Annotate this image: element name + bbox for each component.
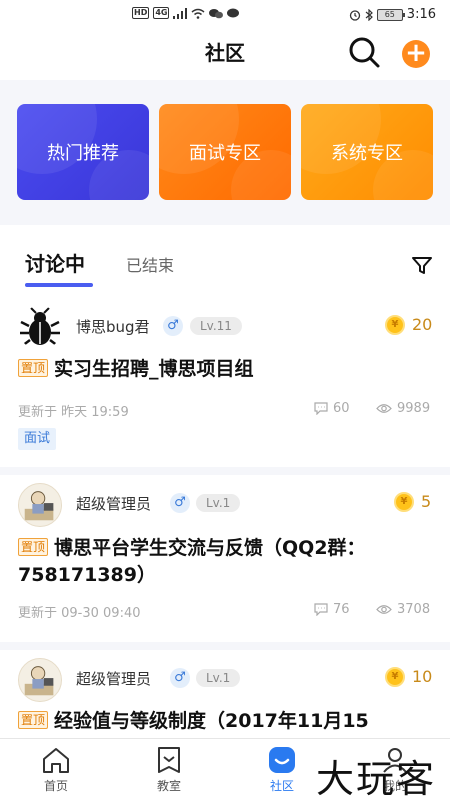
coin-count: 5: [421, 492, 432, 511]
gender-male-icon: ♂: [163, 316, 183, 336]
post-item[interactable]: 博思bug君 ♂ Lv.11 ¥ 20 置顶 实习生招聘_博思项目组 更新于 昨天…: [0, 298, 450, 461]
status-right: 65 3:16: [349, 7, 436, 22]
filter-button[interactable]: [411, 254, 433, 276]
post-title: 实习生招聘_博思项目组: [54, 358, 254, 380]
level-badge: Lv.1: [196, 669, 241, 687]
banner-label: 热门推荐: [47, 143, 119, 164]
comment-count: 60: [314, 401, 350, 416]
view-count-value: 9989: [397, 401, 431, 416]
level-badge: Lv.11: [190, 317, 242, 335]
post-title-row[interactable]: 置顶 经验值与等级制度（2017年11月15: [18, 708, 438, 735]
banner-system-zone[interactable]: 系统专区: [301, 104, 433, 200]
view-count: 9989: [376, 401, 430, 416]
search-button[interactable]: [347, 35, 381, 69]
nav-label: 首页: [43, 779, 68, 793]
divider: [0, 467, 450, 475]
bluetooth-icon: [365, 8, 373, 21]
nav-label: 社区: [269, 779, 294, 793]
banner-label: 面试专区: [189, 143, 261, 164]
coin-count: 10: [412, 667, 433, 686]
view-count: 3708: [376, 602, 430, 617]
coin-count: 20: [412, 315, 433, 334]
hd-badge: HD: [132, 7, 150, 19]
alarm-icon: [349, 9, 360, 21]
tab-active-indicator: [25, 283, 93, 287]
author-name[interactable]: 超级管理员: [76, 493, 151, 514]
bug-icon: [20, 307, 60, 347]
eye-icon: [376, 605, 392, 614]
admin-avatar-icon: [24, 491, 54, 521]
admin-avatar-icon: [24, 666, 54, 696]
post-item[interactable]: 超级管理员 ♂ Lv.1 ¥ 10 置顶 经验值与等级制度（2017年11月15: [0, 650, 450, 740]
author-name[interactable]: 超级管理员: [76, 668, 151, 689]
author-name[interactable]: 博思bug君: [76, 316, 150, 337]
comment-icon: [314, 603, 328, 616]
post-title: 经验值与等级制度（2017年11月15: [54, 710, 369, 732]
post-meta: 更新于 09-30 09:40 76 3708: [18, 602, 432, 622]
banner-hot-recommend[interactable]: 热门推荐: [17, 104, 149, 200]
classroom-icon: [158, 747, 180, 773]
pinned-badge: 置顶: [18, 711, 49, 729]
category-banners: 热门推荐 面试专区 系统专区: [0, 80, 450, 225]
avatar[interactable]: [18, 306, 62, 350]
post-title: 博思平台学生交流与反馈（QQ2群：758171389）: [18, 537, 366, 586]
message-icon: [227, 8, 240, 17]
comment-count: 76: [314, 602, 350, 617]
nav-community[interactable]: 社区: [252, 745, 312, 794]
discussion-tabs: 讨论中 已结束: [0, 240, 450, 290]
updated-time: 更新于 09-30 09:40: [18, 606, 141, 621]
wifi-icon: [192, 8, 205, 19]
comment-count-value: 60: [333, 401, 350, 416]
nav-classroom[interactable]: 教室: [139, 745, 199, 794]
updated-time: 更新于 昨天 19:59: [18, 405, 129, 420]
avatar[interactable]: [18, 658, 62, 702]
pinned-badge: 置顶: [18, 538, 49, 556]
nav-home[interactable]: 首页: [26, 745, 86, 794]
tab-ended[interactable]: 已结束: [126, 252, 174, 276]
battery-indicator: 65: [376, 8, 405, 21]
comment-icon: [314, 402, 328, 415]
post-tag[interactable]: 面试: [18, 428, 57, 450]
wechat-icon: [209, 8, 224, 18]
app-header: 社区 +: [0, 30, 450, 75]
search-icon: [349, 37, 380, 68]
view-count-value: 3708: [397, 602, 431, 617]
coin-icon: ¥: [394, 492, 414, 512]
post-title-row[interactable]: 置顶 实习生招聘_博思项目组: [18, 356, 438, 383]
post-item[interactable]: 超级管理员 ♂ Lv.1 ¥ 5 置顶 博思平台学生交流与反馈（QQ2群：7581…: [0, 475, 450, 650]
post-meta: 更新于 昨天 19:59 60 9989: [18, 401, 432, 421]
post-title-row[interactable]: 置顶 博思平台学生交流与反馈（QQ2群：758171389）: [18, 535, 438, 589]
banner-label: 系统专区: [331, 143, 403, 164]
nav-label: 教室: [156, 779, 181, 793]
gender-male-icon: ♂: [170, 668, 190, 688]
level-badge: Lv.1: [196, 494, 241, 512]
community-icon: [269, 747, 295, 773]
signal-icon: [173, 7, 188, 19]
avatar[interactable]: [18, 483, 62, 527]
divider: [0, 642, 450, 650]
watermark-logo: 大玩客: [316, 757, 437, 800]
tab-discussing[interactable]: 讨论中: [25, 248, 85, 277]
pinned-badge: 置顶: [18, 359, 49, 377]
gender-male-icon: ♂: [170, 493, 190, 513]
eye-icon: [376, 404, 392, 413]
clock: 3:16: [406, 7, 436, 22]
home-icon: [43, 748, 69, 773]
banner-interview-zone[interactable]: 面试专区: [159, 104, 291, 200]
comment-count-value: 76: [333, 602, 350, 617]
add-post-button[interactable]: +: [402, 40, 430, 68]
filter-icon: [412, 257, 432, 274]
status-bar: HD 4G 65 3:16: [0, 0, 450, 30]
page-title: 社区: [205, 41, 245, 65]
coin-icon: ¥: [385, 667, 405, 687]
status-left: HD 4G: [132, 7, 240, 19]
coin-icon: ¥: [385, 315, 405, 335]
network-badge: 4G: [153, 7, 170, 19]
